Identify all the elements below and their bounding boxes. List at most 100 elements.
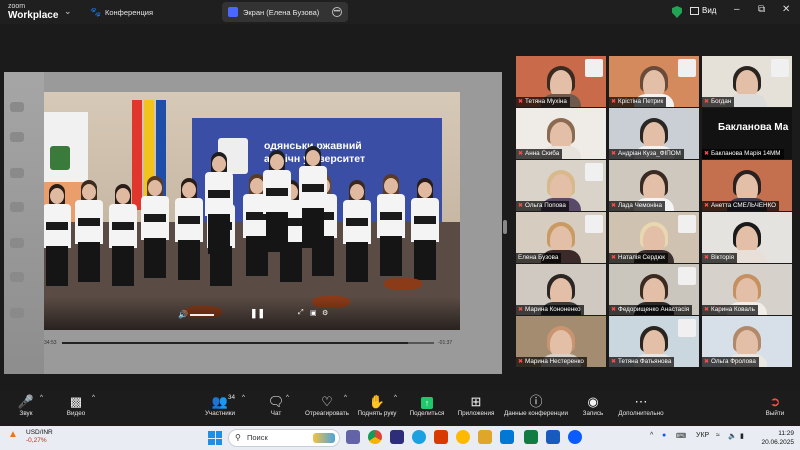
stock-widget[interactable]: ▲ USD/INR -0,27% [8,429,53,445]
participant-name: ✖ Карина Коваль [702,305,758,315]
splitter-handle[interactable] [503,220,507,234]
chat-button[interactable]: 🗨 Чат [266,394,286,417]
participant-tile[interactable]: ✖ Ольга Фролова [702,316,792,367]
participant-tile[interactable]: ✖ Марина Нестеренко [516,316,606,367]
muted-mic-icon: ✖ [704,151,710,157]
battery-icon[interactable]: ▮ [740,432,744,440]
video-options-caret-icon[interactable]: ^ [92,394,95,401]
choir-video[interactable]: одянськи ржавний агогічн університет 🔊 ❚… [44,92,460,330]
tab-screen-share-label: Экран (Елена Бузова) [243,7,320,17]
expand-icon[interactable]: ⤢ [298,309,304,317]
meeting-info-label: Данные конференции [503,410,569,417]
shared-screen[interactable]: одянськи ржавний агогічн університет 🔊 ❚… [4,72,502,374]
more-button[interactable]: ⋯ Дополнительно [616,394,666,417]
pause-icon[interactable]: ❚❚ [250,308,265,319]
participant-tile[interactable]: ✖ Анетта СМЕЛЬЧЕНКО [702,160,792,211]
file-explorer-icon[interactable] [478,430,492,444]
participant-name: ✖ Вікторія [702,253,738,263]
muted-mic-icon: ✖ [518,307,524,313]
pip-icon[interactable]: ▣ [310,309,317,317]
encryption-shield-icon[interactable] [672,6,682,18]
excel-icon[interactable] [524,430,538,444]
info-icon: ⓘ [529,394,543,409]
participant-tile[interactable]: ✖ Наталія Сердюк [609,212,699,263]
video-player-controls[interactable]: 🔊 ❚❚ ⤢ ▣ ⚙ [44,297,460,330]
maximize-icon[interactable]: ⧉ [758,4,765,15]
share-screen-button[interactable]: ↑ Поделиться [408,394,446,417]
grid-view-icon [690,6,699,15]
minimize-icon[interactable]: – [734,4,740,15]
participant-tile[interactable]: ✖ Тетяна Фатьянова [609,316,699,367]
participant-name: ✖ Федорищенко Анастасія [609,305,693,315]
participant-tile[interactable]: ✖ Вікторія [702,212,792,263]
tray-keyboard-icon[interactable]: ⌨ [676,432,686,440]
zoom-taskbar-icon[interactable] [568,430,582,444]
participant-tile[interactable]: Бакланова Ма ✖ Бакланова Марія 14ММ [702,108,792,159]
chat-options-caret-icon[interactable]: ^ [286,394,289,401]
audio-button[interactable]: 🎤 Звук [16,394,36,417]
language-indicator[interactable]: УКР [696,432,709,439]
audio-options-caret-icon[interactable]: ^ [40,394,43,401]
volume-slider[interactable] [190,314,214,316]
muted-mic-icon: ✖ [518,359,524,365]
participant-tile[interactable]: ✖ Карина Коваль [702,264,792,315]
leave-label: Выйти [765,410,785,417]
view-button[interactable]: Вид [690,6,716,15]
participant-tile[interactable]: Елена Бузова [516,212,606,263]
participants-count: 34 [228,394,236,401]
teams-icon[interactable] [346,430,360,444]
tab-more-icon[interactable]: ••• [332,7,342,17]
participant-name-text: Карина Коваль [711,306,755,313]
close-icon[interactable]: ✕ [782,4,790,15]
participant-name-large: Бакланова Ма [718,122,789,133]
raise-hand-options-caret-icon[interactable]: ^ [394,394,397,401]
progress-bar[interactable] [62,342,434,344]
virtual-background-logo [678,267,696,285]
task-view-icon[interactable] [390,430,404,444]
apps-button[interactable]: ⊞ Приложения [456,394,496,417]
participant-tile[interactable]: ✖ Богдан [702,56,792,107]
chrome-profile-icon[interactable] [456,430,470,444]
edge-icon[interactable] [412,430,426,444]
participant-tile[interactable]: ✖ Крістіна Петрик [609,56,699,107]
participant-tile[interactable]: ✖ Ольга Попова [516,160,606,211]
tray-overflow-caret-icon[interactable]: ^ [650,432,653,439]
tab-screen-share[interactable]: Экран (Елена Бузова) ••• [222,2,348,22]
time-current: 34:53 [44,340,57,346]
time-remaining: -01:37 [438,340,453,346]
windows-start-icon[interactable] [208,431,222,445]
pdf-icon[interactable] [434,430,448,444]
app-menu-chevron-icon[interactable]: ⌄ [64,6,72,17]
taskbar-search[interactable]: ⚲ Поиск [228,429,340,447]
participant-tile[interactable]: ✖ Андріан Куза_ФІПОМ [609,108,699,159]
participant-name-text: Анна Скиба [525,150,560,157]
participant-tile[interactable]: ✖ Анна Скиба [516,108,606,159]
store-icon[interactable] [500,430,514,444]
participants-options-caret-icon[interactable]: ^ [242,394,245,401]
participant-tile[interactable]: ✖ Лада Чемоніна [609,160,699,211]
react-options-caret-icon[interactable]: ^ [344,394,347,401]
video-timeline[interactable]: 34:53 -01:37 [44,330,460,358]
tray-zoom-icon[interactable]: ● [662,432,666,439]
app-logo: zoom Workplace [8,2,58,21]
participant-tile[interactable]: ✖ Тетяна Мухіна [516,56,606,107]
wifi-icon[interactable]: ≈ [716,432,720,439]
clock[interactable]: 11:29 20.06.2025 [754,429,794,447]
meeting-info-button[interactable]: ⓘ Данные конференции [502,394,570,417]
search-highlight-art [313,433,335,443]
settings-gear-icon[interactable]: ⚙ [322,309,328,317]
tab-conference[interactable]: 🐾 Конференция [84,2,204,22]
volume-icon[interactable]: 🔊 [178,310,188,319]
chrome-icon[interactable] [368,430,382,444]
leave-button[interactable]: ➲ Выйти [764,394,786,417]
muted-mic-icon: ✖ [704,255,710,261]
participant-tile[interactable]: ✖ Федорищенко Анастасія [609,264,699,315]
speaker-icon[interactable]: 🔈 [728,432,737,440]
record-button[interactable]: ◉ Запись [580,394,606,417]
paw-icon: 🐾 [90,7,102,17]
word-icon[interactable] [546,430,560,444]
video-button[interactable]: ▩ Видео [62,394,90,417]
participant-tile[interactable]: ✖ Марина Кононенко [516,264,606,315]
muted-mic-icon: ✖ [518,99,524,105]
shared-screen-sidebar [4,72,44,374]
